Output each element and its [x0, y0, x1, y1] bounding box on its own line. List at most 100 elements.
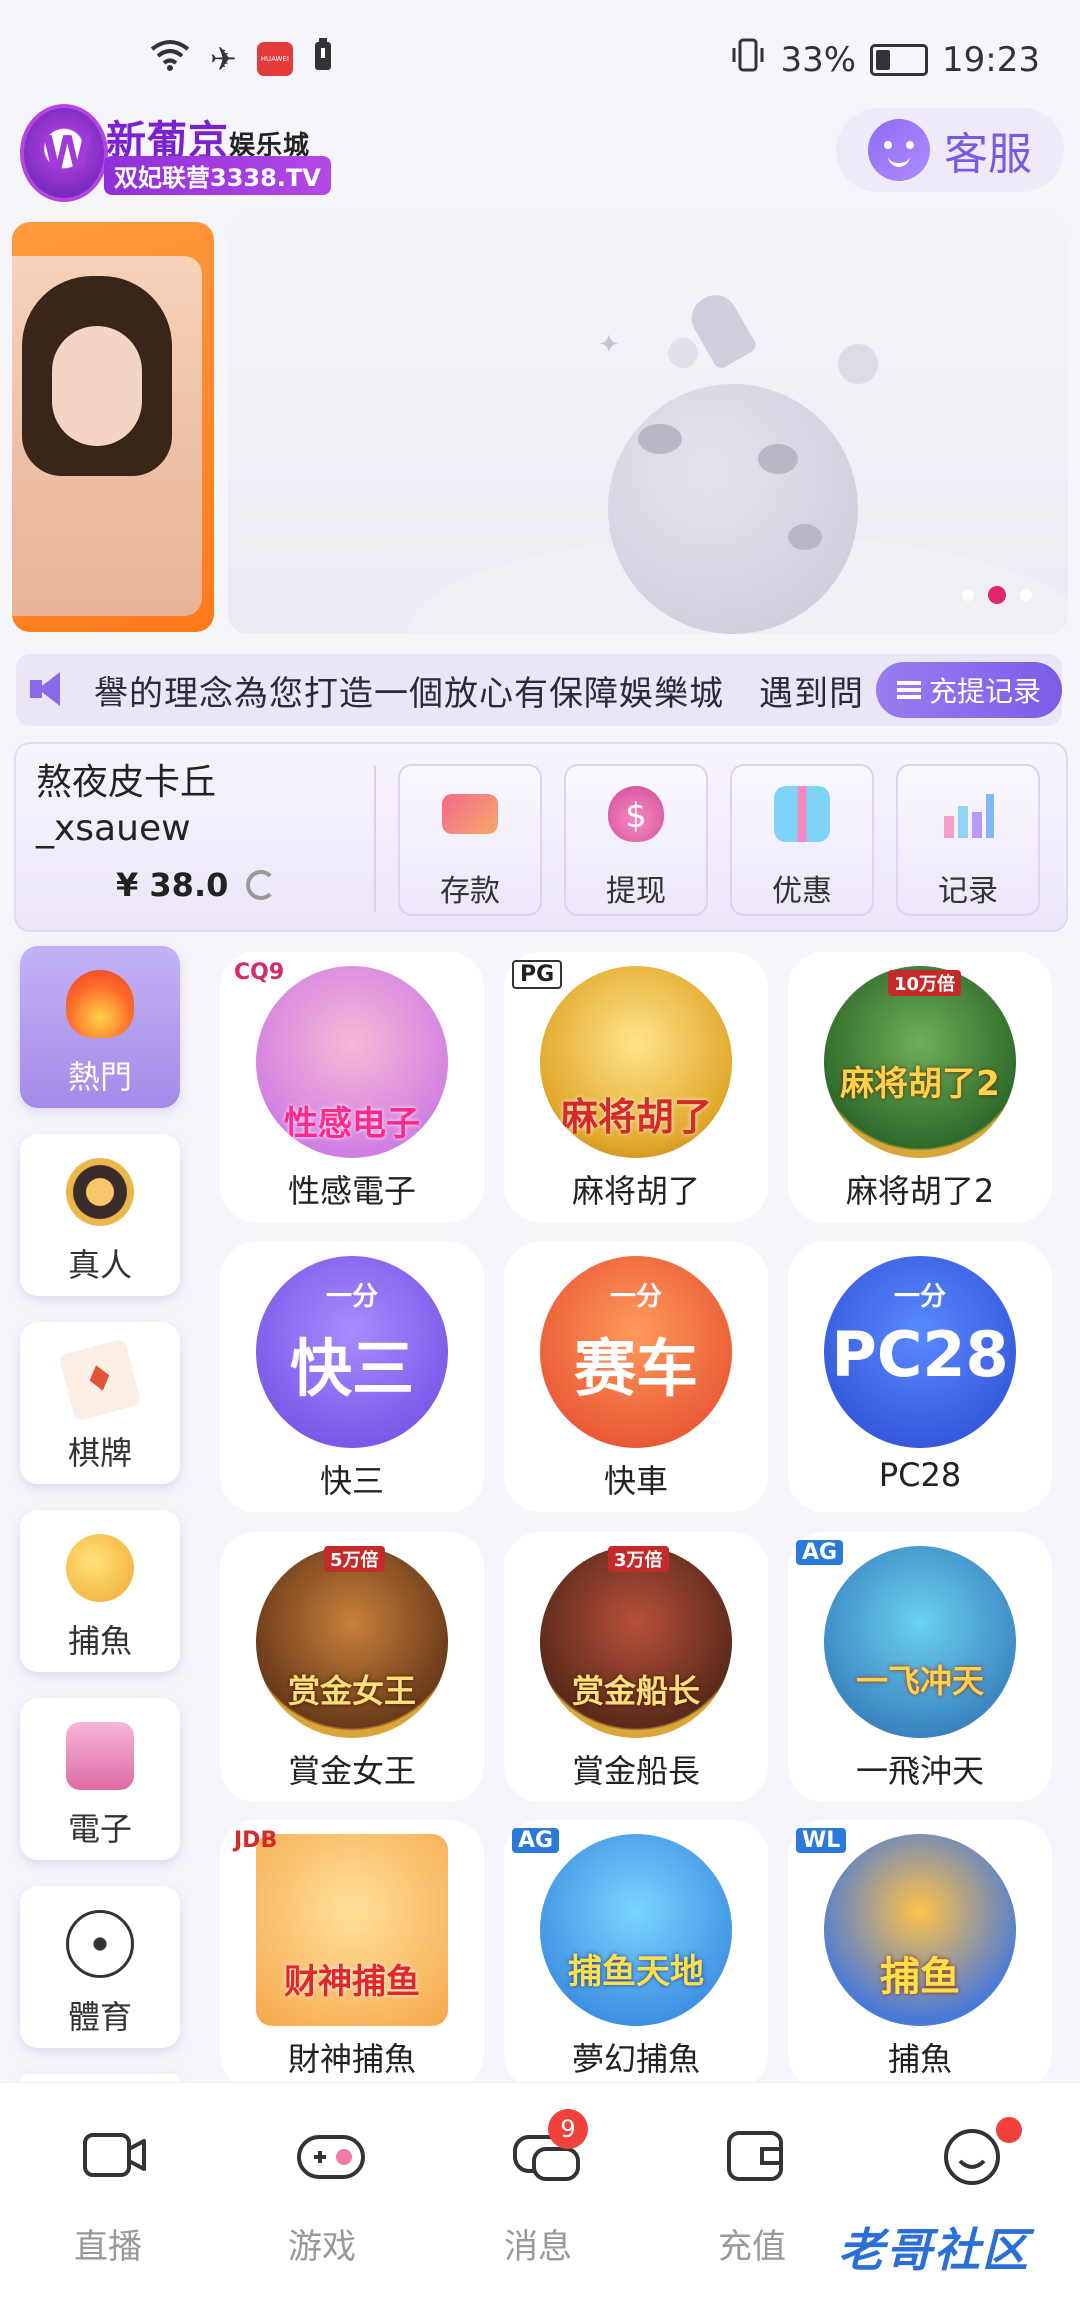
wallet-icon: [726, 2127, 783, 2183]
watermark: 老哥社区: [838, 2223, 1030, 2277]
game-art: 一分 赛车: [540, 1256, 732, 1448]
multiplier-tag: 3万倍: [608, 1546, 669, 1572]
unread-badge: 9: [548, 2109, 588, 2149]
game-card[interactable]: 财神捕鱼 JDB 財神捕魚: [220, 1820, 484, 2090]
clock: 19:23: [942, 39, 1040, 80]
category-hot[interactable]: 熱門: [20, 946, 180, 1108]
provider-tag: PG: [512, 960, 563, 989]
category-slots[interactable]: 電子: [20, 1698, 180, 1860]
category-label: 電子: [67, 1810, 132, 1848]
money-bag-icon: $: [608, 786, 664, 842]
playing-card-icon: ♦: [58, 1338, 142, 1422]
multiplier-tag: 5万倍: [324, 1546, 385, 1572]
game-card[interactable]: 一分 PC28 PC28: [788, 1242, 1052, 1512]
game-card[interactable]: 性感电子 CQ9 性感電子: [220, 952, 484, 1222]
banner-carousel[interactable]: ✦: [228, 214, 1068, 634]
poker-chip-icon: [66, 1158, 134, 1226]
multiplier-tag: 10万倍: [888, 970, 962, 996]
provider-tag: AG: [512, 1828, 560, 1853]
headset-icon: [868, 119, 930, 181]
game-art: 一飞冲天: [824, 1546, 1016, 1738]
notification-dot: [996, 2117, 1022, 2143]
carousel-dots: [962, 586, 1032, 604]
nav-messages[interactable]: 9 消息: [458, 2109, 618, 2277]
notice-text: 譽的理念為您打造一個放心有保障娛樂城 遇到問: [94, 674, 864, 714]
carousel-dot-active[interactable]: [988, 586, 1006, 604]
nav-live[interactable]: 直播: [28, 2127, 188, 2277]
withdraw-label: 提现: [606, 874, 666, 909]
game-card[interactable]: 一分 快三 快三: [220, 1242, 484, 1512]
balance: ¥ 38.0: [116, 866, 277, 904]
game-name: 快車: [603, 1462, 668, 1500]
game-name: 賞金船長: [571, 1752, 700, 1790]
game-name: PC28: [878, 1456, 962, 1494]
game-name: 夢幻捕魚: [571, 2040, 700, 2078]
wifi-icon: [150, 39, 190, 79]
shark-icon: [66, 1534, 134, 1602]
battery-percent: 33%: [780, 39, 857, 80]
carousel-dot[interactable]: [962, 589, 974, 601]
records-label: 记录: [938, 874, 998, 909]
game-art: 一分 快三: [256, 1256, 448, 1448]
game-card[interactable]: 捕鱼天地 AG 夢幻捕魚: [504, 1820, 768, 2090]
provider-tag: JDB: [234, 1828, 278, 1853]
game-art: 赏金女王: [256, 1546, 448, 1738]
game-art: 赏金船长: [540, 1546, 732, 1738]
game-art: 麻将胡了: [540, 966, 732, 1158]
category-sports[interactable]: 體育: [20, 1886, 180, 2048]
game-name: 財神捕魚: [287, 2040, 416, 2078]
balance-value: ¥ 38.0: [116, 866, 229, 904]
status-bar: ✈ HUAWEI 33% 19:23: [0, 0, 1080, 100]
category-fishing[interactable]: 捕魚: [20, 1510, 180, 1672]
battery-charging-icon: [870, 43, 929, 76]
game-card[interactable]: 麻将胡了2 10万倍 麻将胡了2: [788, 952, 1052, 1222]
nav-label: 消息: [504, 2227, 572, 2267]
deposit-withdraw-record-button[interactable]: 充提记录: [876, 662, 1062, 718]
game-art: 性感电子: [256, 966, 448, 1158]
customer-service-button[interactable]: 客服: [836, 108, 1064, 192]
withdraw-button[interactable]: $ 提现: [564, 764, 708, 916]
game-art: 捕鱼: [824, 1834, 1016, 2026]
game-card[interactable]: 一飞冲天 AG 一飛沖天: [788, 1532, 1052, 1802]
records-button[interactable]: 记录: [896, 764, 1040, 916]
category-label: 熱門: [67, 1058, 132, 1096]
category-label: 捕魚: [67, 1622, 132, 1660]
category-cards[interactable]: ♦ 棋牌: [20, 1322, 180, 1484]
game-card[interactable]: 捕鱼 WL 捕魚: [788, 1820, 1052, 2090]
game-name: 賞金女王: [287, 1752, 416, 1790]
deposit-button[interactable]: 存款: [398, 764, 542, 916]
nav-recharge[interactable]: 充值: [672, 2127, 832, 2277]
game-card[interactable]: 一分 赛车 快車: [504, 1242, 768, 1512]
game-card[interactable]: 麻将胡了 PG 麻将胡了: [504, 952, 768, 1222]
smile-icon: [942, 2127, 1000, 2185]
flame-icon: [66, 970, 134, 1038]
refresh-icon[interactable]: [246, 870, 277, 900]
list-icon: [896, 681, 921, 699]
username: 熬夜皮卡丘 _xsauew: [36, 762, 217, 849]
nav-games[interactable]: 游戏: [242, 2127, 402, 2277]
promotion-button[interactable]: 优惠: [730, 764, 874, 916]
card-icon: [442, 794, 498, 834]
carousel-dot[interactable]: [1020, 589, 1032, 601]
vibrate-icon: [730, 38, 766, 81]
airplane-icon: ✈: [210, 40, 237, 78]
provider-tag: WL: [796, 1828, 847, 1853]
game-card[interactable]: 赏金女王 5万倍 賞金女王: [220, 1532, 484, 1802]
bar-chart-icon: [940, 786, 996, 842]
slot-machine-icon: [66, 1722, 134, 1790]
game-name: 捕魚: [887, 2040, 952, 2078]
brand-logo: W: [20, 104, 108, 202]
soccer-ball-icon: [66, 1910, 134, 1978]
game-name: 快三: [319, 1462, 384, 1500]
moon-illustration: [608, 384, 858, 634]
speaker-icon: [30, 672, 60, 706]
promo-side-card[interactable]: [12, 222, 214, 632]
brand-subtitle: 双妃联营3338.TV: [104, 156, 331, 195]
promo-model-image: [12, 256, 202, 616]
category-label: 真人: [67, 1246, 132, 1284]
category-live[interactable]: 真人: [20, 1134, 180, 1296]
game-card[interactable]: 赏金船长 3万倍 賞金船長: [504, 1532, 768, 1802]
gamepad-icon: [296, 2127, 365, 2183]
divider: [374, 766, 376, 912]
camera-icon: [82, 2127, 146, 2183]
